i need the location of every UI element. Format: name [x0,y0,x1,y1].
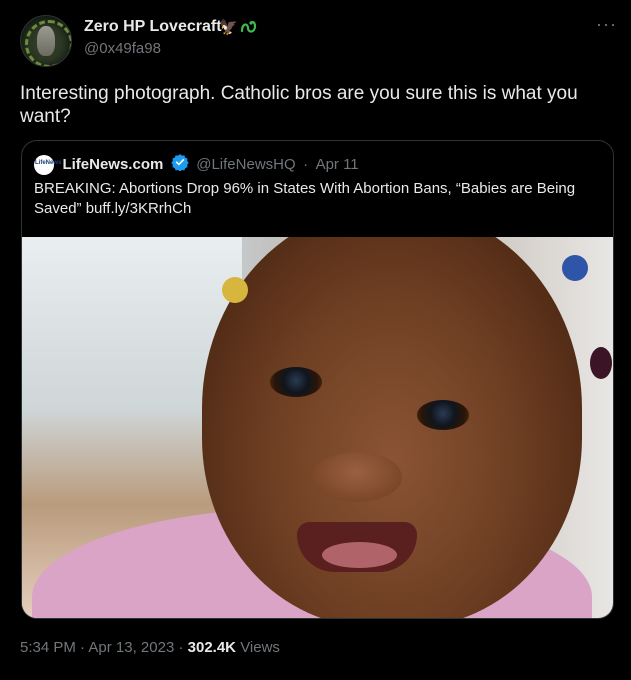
more-options-icon[interactable]: ··· [596,14,617,35]
avatar-face [37,26,55,56]
photo-tongue [322,542,397,568]
quoted-tweet-header: LifeNews LifeNews.com @LifeNewsHQ · Apr … [34,153,359,176]
author-name[interactable]: Zero HP Lovecraft [84,18,222,36]
views-count[interactable]: 302.4K [188,639,236,656]
photo-hair-tie-yellow [222,277,248,303]
quoted-separator: · [303,156,309,173]
tweet-time[interactable]: 5:34 PM [20,639,76,656]
tweet-footer: 5:34 PM · Apr 13, 2023 · 302.4K Views [20,639,280,656]
footer-separator-1: · [80,639,86,656]
quoted-author-name[interactable]: LifeNews.com [62,156,163,173]
photo-nose [312,452,402,502]
quoted-author-handle[interactable]: @LifeNewsHQ [196,156,295,173]
eagle-icon: 🦅 [219,19,238,36]
quoted-tweet-link[interactable]: buff.ly/3KRrhCh [86,200,192,217]
photo-hair-tie-dark [590,347,612,379]
author-handle[interactable]: @0x49fa98 [84,40,161,57]
photo-hair-tie-blue [562,255,588,281]
lifenews-logo-text: LifeNews [35,159,62,166]
footer-separator-2: · [178,639,184,656]
author-avatar[interactable] [20,15,72,67]
snake-icon [240,19,258,40]
tweet-date[interactable]: Apr 13, 2023 [88,639,174,656]
quoted-tweet-text: BREAKING: Abortions Drop 96% in States W… [34,179,594,219]
verified-badge-icon [171,153,189,176]
quoted-tweet[interactable]: LifeNews LifeNews.com @LifeNewsHQ · Apr … [21,140,614,619]
lifenews-logo[interactable]: LifeNews [34,154,61,175]
tweet-text: Interesting photograph. Catholic bros ar… [20,83,578,127]
baby-photo[interactable] [22,237,613,618]
views-label: Views [240,639,280,656]
photo-left-eye [270,367,322,397]
photo-right-eye [417,400,469,430]
quoted-date[interactable]: Apr 11 [316,156,359,173]
